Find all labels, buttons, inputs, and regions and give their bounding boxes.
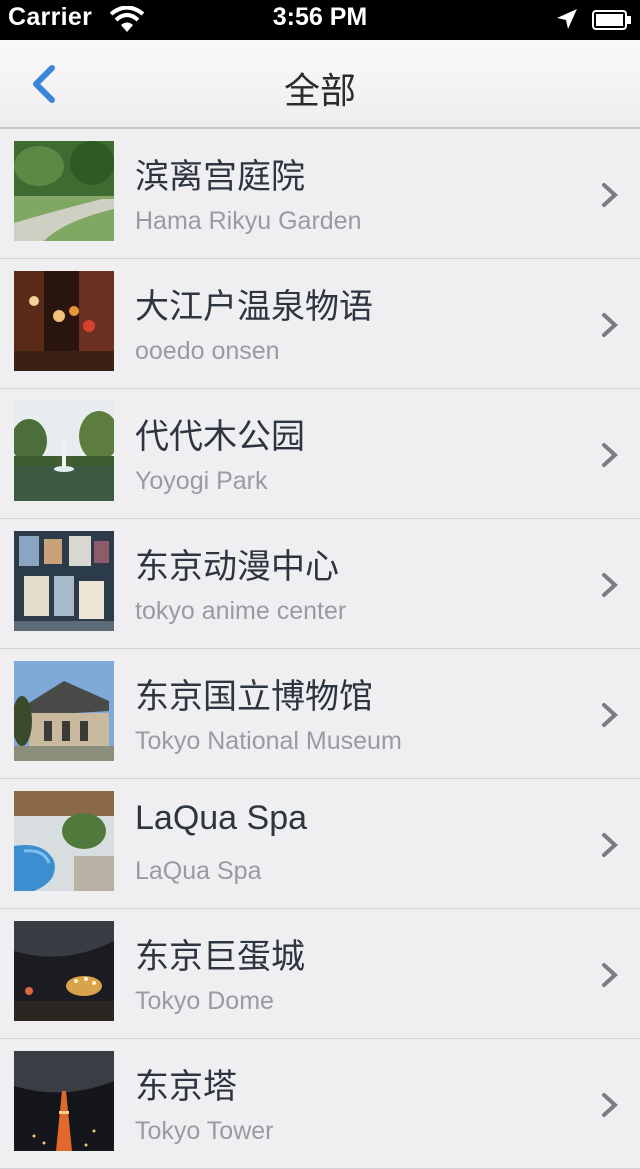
battery-icon [592, 10, 631, 30]
item-title: 大江户温泉物语 [135, 288, 373, 326]
list-item[interactable]: 东京塔 Tokyo Tower [0, 1039, 640, 1169]
navigation-bar: 全部 [0, 40, 640, 129]
item-subtitle: Tokyo National Museum [135, 727, 402, 755]
item-title: 东京巨蛋城 [135, 938, 305, 976]
attraction-list: 滨离宫庭院 Hama Rikyu Garden 大江户温泉物语 ooedo on… [0, 129, 640, 1169]
thumbnail-museum [14, 661, 114, 761]
list-item[interactable]: 东京动漫中心 tokyo anime center [0, 519, 640, 649]
thumbnail-tower [14, 1051, 114, 1151]
chevron-right-icon [602, 183, 618, 207]
thumbnail-anime-center [14, 531, 114, 631]
status-time: 3:56 PM [272, 3, 368, 31]
item-title: 代代木公园 [135, 418, 305, 456]
item-subtitle: tokyo anime center [135, 597, 347, 625]
list-item[interactable]: 东京巨蛋城 Tokyo Dome [0, 909, 640, 1039]
item-title: 东京国立博物馆 [135, 678, 373, 716]
item-subtitle: Yoyogi Park [135, 467, 268, 495]
thumbnail-onsen [14, 271, 114, 371]
status-bar: Carrier 3:56 PM [0, 0, 640, 40]
item-title: 滨离宫庭院 [135, 158, 305, 196]
chevron-right-icon [602, 573, 618, 597]
item-subtitle: LaQua Spa [135, 857, 262, 885]
list-item[interactable]: 东京国立博物馆 Tokyo National Museum [0, 649, 640, 779]
chevron-right-icon [602, 1093, 618, 1117]
item-subtitle: Tokyo Tower [135, 1117, 274, 1145]
chevron-right-icon [602, 963, 618, 987]
list-item[interactable]: 代代木公园 Yoyogi Park [0, 389, 640, 519]
page-title: 全部 [283, 70, 356, 111]
location-arrow-icon [557, 9, 577, 29]
thumbnail-spa [14, 791, 114, 891]
thumbnail-garden [14, 141, 114, 241]
item-subtitle: ooedo onsen [135, 337, 280, 365]
chevron-right-icon [602, 703, 618, 727]
list-item[interactable]: 大江户温泉物语 ooedo onsen [0, 259, 640, 389]
thumbnail-park [14, 401, 114, 501]
item-title: LaQua Spa [135, 799, 308, 837]
item-title: 东京塔 [135, 1068, 237, 1106]
item-subtitle: Tokyo Dome [135, 987, 274, 1015]
item-subtitle: Hama Rikyu Garden [135, 207, 362, 235]
chevron-right-icon [602, 313, 618, 337]
chevron-right-icon [602, 443, 618, 467]
item-title: 东京动漫中心 [135, 548, 339, 586]
thumbnail-dome [14, 921, 114, 1021]
chevron-right-icon [602, 833, 618, 857]
list-item[interactable]: LaQua Spa LaQua Spa [0, 779, 640, 909]
list-item[interactable]: 滨离宫庭院 Hama Rikyu Garden [0, 129, 640, 259]
